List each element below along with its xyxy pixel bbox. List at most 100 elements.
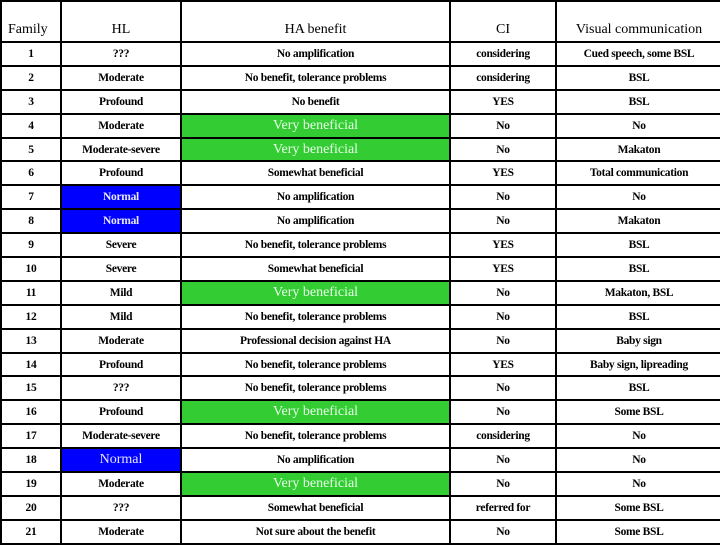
cell-visual-communication: No: [555, 471, 720, 497]
header-family: Family: [0, 0, 62, 43]
cell-ci: considering: [449, 423, 557, 450]
table-row: 8 Normal No amplification No Makaton: [0, 208, 720, 235]
cell-ha-benefit: No benefit, tolerance problems: [180, 375, 451, 402]
cell-ha-benefit: No benefit, tolerance problems: [180, 303, 451, 330]
cell-hl: Moderate: [60, 64, 182, 91]
cell-hl: Moderate: [60, 327, 182, 354]
cell-family: 19: [0, 471, 62, 497]
table-row: 21 Moderate Not sure about the benefit No So…: [0, 518, 720, 545]
cell-family: 8: [0, 208, 62, 235]
cell-family: 6: [0, 160, 62, 187]
cell-ha-benefit: No benefit: [180, 88, 451, 115]
cell-family: 11: [0, 279, 62, 306]
header-ci: CI: [449, 0, 557, 43]
cell-ci: YES: [449, 88, 557, 115]
cell-visual-communication: BSL: [555, 375, 720, 402]
cell-ha-benefit: No benefit, tolerance problems: [180, 232, 451, 259]
table-row: 20??? Somewhat beneficial referred for Some…: [0, 494, 720, 521]
cell-ha-benefit: No amplification: [180, 184, 451, 211]
cell-hl: Normal: [60, 184, 182, 211]
cell-hl: Normal: [60, 208, 182, 235]
table-row: 12 Mild No benefit, tolerance problems No BS…: [0, 303, 720, 330]
cell-ha-benefit: Not sure about the benefit: [180, 518, 451, 545]
cell-visual-communication: Makaton, BSL: [555, 279, 720, 306]
cell-ci: No: [449, 208, 557, 235]
cell-ci: YES: [449, 351, 557, 378]
table-row: 1??? No amplification considering Cued spee…: [0, 41, 720, 67]
table-row: 14 Profound No benefit, tolerance problems…: [0, 351, 720, 378]
cell-family: 18: [0, 447, 62, 474]
table-row: 7 Normal No amplification No No: [0, 184, 720, 211]
cell-family: 15: [0, 375, 62, 402]
cell-family: 13: [0, 327, 62, 354]
cell-visual-communication: No: [555, 112, 720, 139]
cell-ha-benefit: No amplification: [180, 208, 451, 235]
cell-ha-benefit: Very beneficial: [180, 279, 451, 306]
cell-hl: Moderate: [60, 471, 182, 497]
cell-visual-communication: BSL: [555, 256, 720, 282]
cell-family: 12: [0, 303, 62, 330]
cell-family: 21: [0, 518, 62, 545]
cell-ci: No: [449, 375, 557, 402]
cell-ha-benefit: No benefit, tolerance problems: [180, 64, 451, 91]
cell-ci: No: [449, 471, 557, 497]
cell-hl: Moderate: [60, 518, 182, 545]
cell-hl: ???: [60, 494, 182, 521]
header-visual-communication: Visual communication: [555, 0, 720, 43]
cell-ci: YES: [449, 160, 557, 187]
cell-family: 3: [0, 88, 62, 115]
cell-ci: No: [449, 399, 557, 426]
table-row: 5 Moderate-severe Very beneficial No Makaton: [0, 136, 720, 163]
cell-ha-benefit: No amplification: [180, 447, 451, 474]
cell-ha-benefit: Somewhat beneficial: [180, 256, 451, 282]
cell-visual-communication: Some BSL: [555, 494, 720, 521]
cell-visual-communication: Makaton: [555, 208, 720, 235]
cell-family: 20: [0, 494, 62, 521]
cell-ci: No: [449, 279, 557, 306]
family-outcomes-table: Family HL HA benefit CI Visual communica…: [0, 0, 720, 545]
cell-family: 7: [0, 184, 62, 211]
cell-hl: Moderate-severe: [60, 136, 182, 163]
cell-visual-communication: No: [555, 447, 720, 474]
cell-ci: YES: [449, 256, 557, 282]
cell-ci: No: [449, 327, 557, 354]
cell-ci: No: [449, 518, 557, 545]
cell-family: 9: [0, 232, 62, 259]
cell-hl: Moderate: [60, 112, 182, 139]
cell-hl: Severe: [60, 232, 182, 259]
cell-ha-benefit: Very beneficial: [180, 471, 451, 497]
cell-visual-communication: BSL: [555, 303, 720, 330]
table-row: 6 Profound Somewhat beneficial YES Total com…: [0, 160, 720, 187]
cell-visual-communication: Makaton: [555, 136, 720, 163]
cell-ci: referred for: [449, 494, 557, 521]
cell-visual-communication: BSL: [555, 88, 720, 115]
cell-ci: No: [449, 136, 557, 163]
header-ha-benefit: HA benefit: [180, 0, 451, 43]
table-row: 10 Severe Somewhat beneficial YES BSL: [0, 256, 720, 282]
cell-visual-communication: Baby sign: [555, 327, 720, 354]
cell-family: 14: [0, 351, 62, 378]
cell-hl: ???: [60, 41, 182, 67]
cell-ci: considering: [449, 64, 557, 91]
cell-ci: No: [449, 184, 557, 211]
cell-hl: Severe: [60, 256, 182, 282]
cell-ha-benefit: Very beneficial: [180, 399, 451, 426]
cell-hl: Profound: [60, 160, 182, 187]
header-hl: HL: [60, 0, 182, 43]
cell-hl: Moderate-severe: [60, 423, 182, 450]
cell-hl: Mild: [60, 303, 182, 330]
cell-family: 1: [0, 41, 62, 67]
cell-family: 16: [0, 399, 62, 426]
table-row: 4 Moderate Very beneficial No No: [0, 112, 720, 139]
cell-ha-benefit: Professional decision against HA: [180, 327, 451, 354]
table-row: 15??? No benefit, tolerance problems No BSL: [0, 375, 720, 402]
cell-visual-communication: No: [555, 184, 720, 211]
cell-hl: Profound: [60, 399, 182, 426]
cell-ha-benefit: Very beneficial: [180, 112, 451, 139]
cell-hl: ???: [60, 375, 182, 402]
table-row: 3 Profound No benefit YES BSL: [0, 88, 720, 115]
cell-visual-communication: Some BSL: [555, 518, 720, 545]
cell-ci: No: [449, 303, 557, 330]
cell-visual-communication: Baby sign, lipreading: [555, 351, 720, 378]
header-row: Family HL HA benefit CI Visual communica…: [0, 0, 720, 43]
